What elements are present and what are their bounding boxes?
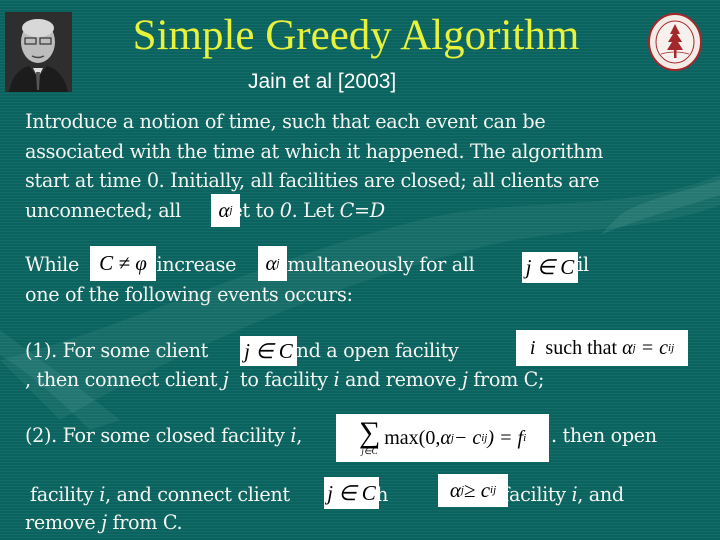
event2-text: (2). For some closed facility — [25, 424, 285, 447]
facility-i: i — [529, 337, 536, 359]
equals-c: = c — [640, 337, 669, 359]
j-in-c-text: j ∈ C — [525, 255, 575, 279]
subscript-j: j — [632, 341, 636, 354]
formula-alpha-geq-c: αj ≥ c ij — [438, 474, 508, 507]
event2-text: facility — [30, 483, 94, 506]
alpha-symbol: α — [449, 478, 461, 502]
subtitle-citation: Jain et al [2003] — [248, 70, 397, 93]
formula-such-that: i such that αj = c ij — [516, 330, 688, 366]
such-that-text: such that — [545, 337, 618, 359]
intro-text: unconnected; all — [25, 198, 181, 222]
max-text: max(0, — [384, 427, 441, 449]
alpha-symbol: α — [440, 427, 451, 449]
client-j: j — [461, 368, 468, 391]
intro-zero: 0 — [279, 198, 292, 222]
intro-line-3: start at time 0. Initially, all faciliti… — [25, 169, 600, 192]
university-seal-logo — [647, 12, 703, 72]
formula-sum-max: ∑ j∈C max(0, α j − c ij) = fi — [336, 414, 549, 462]
formula-j-in-c: j ∈ C — [240, 336, 297, 366]
event1-text: and remove — [345, 368, 457, 391]
while-text: While — [25, 253, 79, 276]
geq-c: ≥ c — [463, 478, 491, 502]
event1-text: , and a open facility — [273, 339, 459, 362]
facility-i: i — [333, 368, 340, 391]
subscript-i: i — [523, 431, 527, 444]
event2-line-1: (2). For some closed facility i, — [25, 421, 302, 451]
event2-text: remove — [25, 511, 96, 534]
event1-text: to facility — [239, 368, 328, 391]
event2-text: , and connect client — [105, 483, 290, 506]
formula-alpha-j: αj — [258, 246, 287, 281]
while-text: , increase — [144, 253, 237, 276]
event2-then-open: . then open — [551, 424, 657, 447]
formula-j-in-c: j ∈ C — [324, 477, 379, 509]
sum-limit: j∈C — [361, 446, 378, 456]
formula-j-in-c: j ∈ C — [522, 252, 578, 283]
formula-alpha-j: αj — [211, 194, 240, 227]
alpha-symbol: α — [265, 251, 277, 275]
intro-line-4: unconnected; all set to 0. Let C=D — [25, 196, 385, 226]
page-title: Simple Greedy Algorithm — [132, 12, 580, 59]
alpha-symbol: α — [622, 337, 633, 359]
minus-c: − c — [453, 427, 482, 449]
intro-line-1: Introduce a notion of time, such that ea… — [25, 110, 546, 133]
intro-equation: C=D — [339, 198, 385, 222]
event2-text: from C. — [112, 511, 183, 534]
event1-text: from C; — [473, 368, 545, 391]
event1-line-2: , then connect client j to facility i an… — [25, 365, 544, 395]
client-j: j — [222, 368, 229, 391]
slide: Simple Greedy Algorithm Jain et al [2003… — [0, 0, 720, 540]
subscript-ij: ij — [668, 341, 675, 354]
j-in-c-text: j ∈ C — [327, 480, 376, 505]
j-in-c-text: j ∈ C — [244, 338, 293, 363]
subscript-j: j — [276, 257, 280, 269]
sigma-symbol: ∑ — [358, 416, 381, 449]
equals-f: ) = f — [487, 427, 524, 449]
alpha-symbol: α — [218, 198, 230, 222]
intro-line-2: associated with the time at which it hap… — [25, 139, 604, 163]
client-j: j — [101, 511, 107, 534]
subscript-ij: ij — [490, 484, 497, 496]
event2-text: , — [296, 424, 302, 447]
while-text: simultaneously for all — [272, 253, 475, 276]
event1-text: (1). For some client — [25, 339, 208, 362]
intro-text: . Let — [291, 198, 335, 222]
event2-line-3: remove j from C. — [25, 508, 183, 538]
subscript-j: j — [229, 204, 233, 216]
event2-text: , and — [577, 483, 624, 506]
while-line-2: one of the following events occurs: — [25, 283, 353, 306]
sum-operator: ∑ j∈C — [358, 416, 381, 457]
c-neq-phi-text: C ≠ φ — [99, 251, 147, 275]
event1-text: , then connect client — [25, 368, 218, 391]
formula-c-neq-phi: C ≠ φ — [90, 246, 156, 281]
